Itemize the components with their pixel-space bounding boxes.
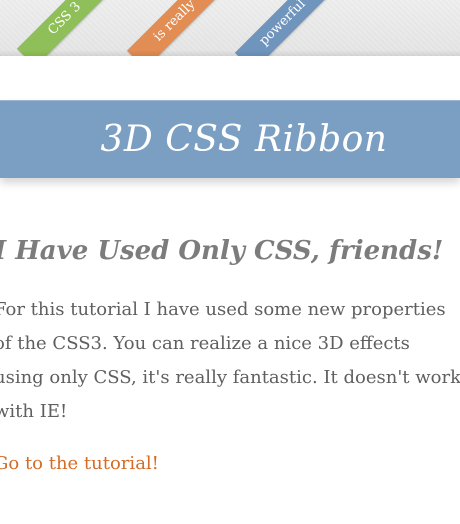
orange-ribbon-text: is really [150,0,199,45]
orange-corner-ribbon: is really [126,0,224,56]
tutorial-description: For this tutorial I have used some new p… [0,299,460,423]
green-ribbon-text: CSS 3 [45,0,85,39]
page-title: 3D CSS Ribbon [100,118,388,160]
top-ribbon-strip: CSS 3 is really powerful [0,0,460,56]
section-subtitle: I Have Used Only CSS, friends! [0,236,444,266]
content-section: I Have Used Only CSS, friends! For this … [0,236,460,474]
main-ribbon-banner: 3D CSS Ribbon [0,100,460,178]
tutorial-link[interactable]: Go to the tutorial! [0,453,159,474]
blue-corner-ribbon: powerful [234,0,332,56]
blue-ribbon-text: powerful [256,0,309,49]
green-corner-ribbon: CSS 3 [16,0,114,56]
